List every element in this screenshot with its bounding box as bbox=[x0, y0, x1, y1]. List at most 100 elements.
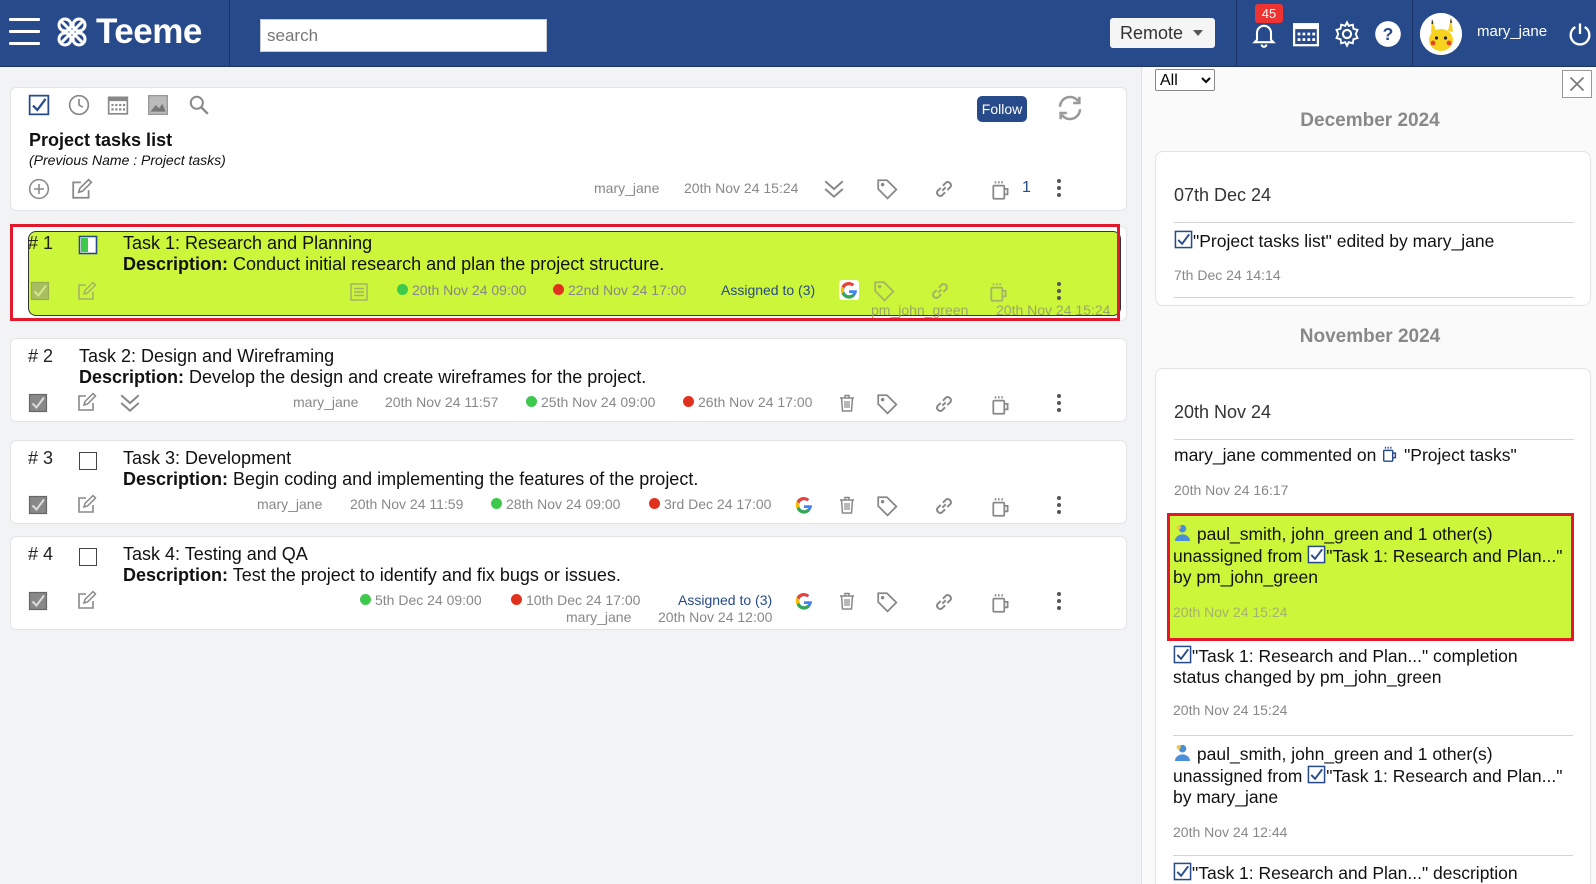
link-icon[interactable] bbox=[933, 393, 955, 415]
expand-icon[interactable] bbox=[119, 392, 141, 414]
activity-item[interactable]: mary_jane commented on "Project tasks" bbox=[1174, 445, 1574, 466]
task-modified: 20th Nov 24 12:00 bbox=[658, 609, 773, 625]
task-checkbox[interactable] bbox=[79, 452, 97, 470]
task-author: pm_john_green bbox=[871, 302, 969, 318]
more-icon[interactable] bbox=[1057, 496, 1061, 514]
trash-icon[interactable] bbox=[837, 393, 857, 413]
activity-item[interactable]: paul_smith, john_green and 1 other(s) un… bbox=[1173, 743, 1573, 808]
complete-checkbox-icon[interactable] bbox=[28, 591, 48, 611]
activity-item[interactable]: "Task 1: Research and Plan..." descripti… bbox=[1173, 862, 1573, 884]
activity-time: 20th Nov 24 15:24 bbox=[1173, 702, 1288, 718]
comment-count[interactable]: 1 bbox=[1022, 179, 1031, 197]
activity-date: 20th Nov 24 bbox=[1174, 402, 1272, 422]
help-icon[interactable]: ? bbox=[1374, 20, 1402, 48]
more-icon[interactable] bbox=[1057, 394, 1061, 412]
comment-icon[interactable] bbox=[990, 496, 1012, 518]
clock-icon[interactable] bbox=[68, 94, 90, 116]
more-icon[interactable] bbox=[1057, 592, 1061, 610]
top-bar: Teeme Remote 45 ? mary_jane bbox=[0, 0, 1596, 67]
task-title[interactable]: Task 4: Testing and QA bbox=[123, 544, 308, 565]
task-card-4[interactable]: # 4 Task 4: Testing and QA Description: … bbox=[10, 536, 1127, 630]
refresh-icon[interactable] bbox=[1054, 93, 1086, 123]
activity-date: 07th Dec 24 bbox=[1174, 185, 1272, 205]
edit-icon[interactable] bbox=[71, 178, 93, 200]
description-label: Description: bbox=[123, 565, 229, 585]
edit-icon[interactable] bbox=[77, 494, 97, 514]
comment-icon[interactable] bbox=[990, 394, 1012, 416]
link-icon[interactable] bbox=[933, 495, 955, 517]
assigned-link[interactable]: Assigned to (3) bbox=[678, 592, 772, 608]
close-panel-button[interactable] bbox=[1562, 70, 1592, 98]
link-icon[interactable] bbox=[933, 178, 955, 200]
assigned-link[interactable]: Assigned to (3) bbox=[721, 282, 815, 298]
task-title[interactable]: Task 2: Design and Wireframing bbox=[79, 346, 334, 367]
link-icon[interactable] bbox=[929, 280, 951, 302]
mode-dropdown[interactable]: Remote bbox=[1110, 18, 1215, 48]
more-icon[interactable] bbox=[1057, 179, 1061, 197]
more-icon[interactable] bbox=[1057, 282, 1061, 300]
follow-button[interactable]: Follow bbox=[977, 96, 1027, 122]
description-text: Test the project to identify and fix bug… bbox=[232, 565, 621, 585]
checklist-icon bbox=[1174, 230, 1193, 249]
tag-icon[interactable] bbox=[876, 495, 898, 517]
tag-icon[interactable] bbox=[873, 280, 895, 302]
add-icon[interactable] bbox=[28, 178, 50, 200]
end-date: 10th Dec 24 17:00 bbox=[511, 592, 640, 608]
task-author: mary_jane bbox=[293, 394, 359, 410]
complete-checkbox-icon[interactable] bbox=[30, 281, 50, 301]
image-icon[interactable] bbox=[147, 94, 169, 116]
checklist-icon[interactable] bbox=[28, 94, 50, 116]
google-calendar-icon[interactable] bbox=[794, 591, 814, 611]
edit-icon[interactable] bbox=[77, 281, 97, 301]
document-icon[interactable] bbox=[349, 282, 369, 302]
bell-icon[interactable] bbox=[1250, 20, 1278, 48]
edit-icon[interactable] bbox=[77, 590, 97, 610]
app-logo[interactable]: Teeme bbox=[56, 12, 202, 52]
search-icon[interactable] bbox=[188, 94, 210, 116]
tag-icon[interactable] bbox=[876, 393, 898, 415]
activity-item[interactable]: "Project tasks list" edited by mary_jane bbox=[1174, 230, 1574, 252]
task-author: mary_jane bbox=[566, 609, 632, 625]
task-card-1[interactable]: # 1 Task 1: Research and Planning Descri… bbox=[10, 226, 1127, 321]
activity-item[interactable]: "Task 1: Research and Plan..." completio… bbox=[1173, 645, 1573, 688]
tag-icon[interactable] bbox=[876, 591, 898, 613]
end-date: 22nd Nov 24 17:00 bbox=[553, 282, 686, 298]
username[interactable]: mary_jane bbox=[1477, 23, 1547, 40]
task-checkbox[interactable] bbox=[79, 548, 97, 566]
task-card-3[interactable]: # 3 Task 3: Development Description: Beg… bbox=[10, 440, 1127, 524]
gear-icon[interactable] bbox=[1333, 20, 1361, 48]
expand-icon[interactable] bbox=[823, 178, 845, 200]
comment-icon[interactable] bbox=[990, 592, 1012, 614]
trash-icon[interactable] bbox=[837, 495, 857, 515]
complete-checkbox-icon[interactable] bbox=[28, 393, 48, 413]
edit-icon[interactable] bbox=[77, 392, 97, 412]
task-modified: 20th Nov 24 11:59 bbox=[350, 496, 464, 512]
task-card-2[interactable]: # 2 Task 2: Design and Wireframing Descr… bbox=[10, 338, 1127, 422]
power-icon[interactable] bbox=[1566, 20, 1594, 48]
tag-icon[interactable] bbox=[876, 178, 898, 200]
partial-complete-icon[interactable] bbox=[78, 235, 98, 255]
calendar-icon[interactable] bbox=[1292, 20, 1320, 48]
link-icon[interactable] bbox=[933, 591, 955, 613]
avatar[interactable] bbox=[1420, 13, 1462, 55]
list-owner: mary_jane bbox=[594, 180, 660, 196]
month-heading: November 2024 bbox=[1299, 326, 1441, 347]
google-calendar-icon[interactable] bbox=[794, 495, 814, 515]
comment-icon[interactable] bbox=[988, 281, 1010, 303]
description-label: Description: bbox=[123, 469, 229, 489]
google-calendar-icon[interactable] bbox=[839, 280, 859, 300]
task-title[interactable]: Task 3: Development bbox=[123, 448, 291, 469]
menu-icon[interactable] bbox=[9, 18, 40, 46]
comment-icon[interactable] bbox=[990, 179, 1012, 201]
trash-icon[interactable] bbox=[837, 591, 857, 611]
comment-icon bbox=[1381, 445, 1399, 463]
calendar-icon[interactable] bbox=[107, 94, 129, 116]
list-header-card: Follow Project tasks list (Previous Name… bbox=[10, 87, 1127, 211]
checklist-icon bbox=[1307, 765, 1326, 784]
activity-filter[interactable]: All bbox=[1155, 69, 1215, 91]
activity-item[interactable]: paul_smith, john_green and 1 other(s) un… bbox=[1173, 523, 1573, 588]
start-dot-icon bbox=[397, 284, 408, 295]
search-input[interactable] bbox=[260, 19, 547, 52]
complete-checkbox-icon[interactable] bbox=[28, 495, 48, 515]
task-title[interactable]: Task 1: Research and Planning bbox=[123, 233, 372, 254]
